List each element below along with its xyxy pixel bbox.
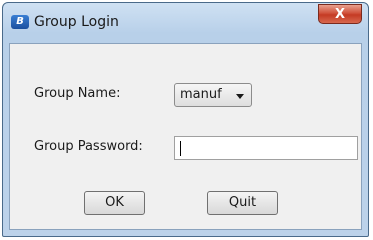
window-title: Group Login	[34, 14, 119, 30]
ok-button[interactable]: OK	[84, 191, 145, 215]
group-name-label: Group Name:	[34, 86, 121, 101]
dialog-content: Group Name: manuf Group Password: OK Qui…	[9, 43, 362, 230]
title-bar[interactable]: B Group Login X	[3, 3, 368, 43]
group-password-field[interactable]	[174, 136, 358, 160]
app-logo-icon: B	[11, 15, 29, 29]
group-password-label: Group Password:	[34, 139, 143, 154]
close-button[interactable]: X	[318, 4, 362, 24]
text-cursor	[180, 141, 181, 156]
group-login-dialog: B Group Login X Group Name: manuf Group …	[2, 2, 369, 237]
group-name-value: manuf	[180, 87, 222, 102]
chevron-down-icon	[236, 94, 244, 99]
group-name-dropdown[interactable]: manuf	[174, 83, 252, 107]
quit-button[interactable]: Quit	[207, 191, 278, 215]
